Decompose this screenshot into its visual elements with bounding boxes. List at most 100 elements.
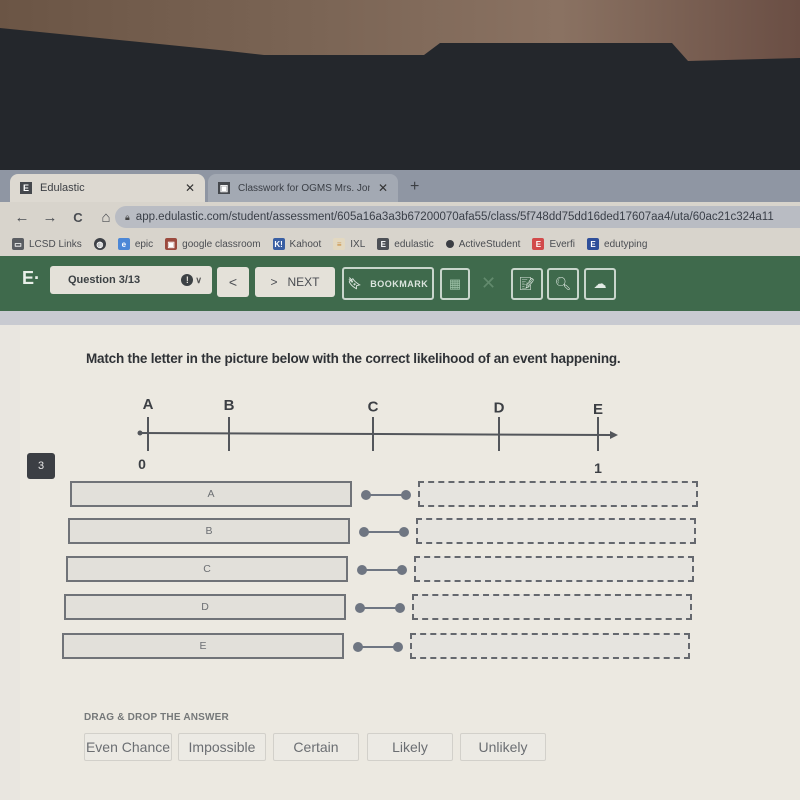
number-line-axis (139, 432, 611, 436)
match-label-box: A (70, 481, 352, 507)
match-row-c: C (66, 556, 726, 584)
question-panel: Match the letter in the picture below wi… (20, 325, 800, 800)
tab-classwork[interactable]: ▣ Classwork for OGMS Mrs. Jones ✕ (208, 174, 398, 202)
close-icon[interactable]: ✕ (481, 273, 496, 294)
connector-icon (359, 527, 409, 537)
choice-likely[interactable]: Likely (367, 733, 453, 761)
bookmark-label: IXL (350, 238, 366, 250)
connector-icon (357, 565, 407, 575)
chevron-right-icon: > (270, 275, 278, 289)
answer-drop-zone[interactable] (418, 481, 698, 507)
tab-edulastic[interactable]: E Edulastic ✕ (10, 174, 205, 202)
start-label: 0 (138, 456, 146, 472)
bookmark-label: LCSD Links (29, 238, 82, 250)
match-row-b: B (68, 518, 728, 546)
notepad-button[interactable]: 📝︎ (511, 268, 543, 300)
match-label-box: D (64, 594, 346, 620)
bookmark-label: epic (134, 238, 154, 250)
point-label-e: E (593, 401, 603, 418)
point-label-c: C (368, 398, 379, 415)
chevron-down-icon: ∨ (195, 275, 202, 285)
edulastic-header: E· Question 3/13 ! ∨ < > NEXT 🔖︎ BOOKMARK… (0, 256, 800, 311)
match-row-a: A (70, 481, 730, 509)
classroom-icon: ▣ (165, 238, 178, 250)
back-arrow-icon[interactable]: ← (10, 209, 34, 226)
answer-drop-zone[interactable] (414, 556, 694, 582)
bookmark-label: Kahoot (289, 238, 322, 250)
magnifier-icon: 🔍︎ (554, 276, 572, 291)
tab-strip: E Edulastic ✕ ▣ Classwork for OGMS Mrs. … (0, 170, 800, 202)
connector-icon (353, 642, 403, 652)
epic-icon: e (117, 238, 130, 250)
calculator-button[interactable]: ▦ (440, 268, 470, 300)
bookmark-label: google classroom (182, 238, 261, 250)
answer-drop-zone[interactable] (412, 594, 692, 620)
tab-title: Classwork for OGMS Mrs. Jones (238, 182, 370, 194)
choice-impossible[interactable]: Impossible (178, 733, 266, 761)
match-label-box: C (66, 556, 348, 582)
bookmark-icon: 🔖︎ (347, 278, 363, 290)
browser-toolbar: ← → C ⌂ 🔒︎ app.edulastic.com/student/ass… (0, 202, 800, 232)
bookmark-label: edutyping (604, 238, 648, 250)
bookmark-label: edulastic (394, 238, 434, 250)
globe-icon: ◍ (93, 238, 106, 250)
end-label: 1 (594, 460, 602, 476)
bookmark-everfi[interactable]: E Everfi (532, 238, 575, 250)
match-label-box: E (62, 633, 344, 659)
answer-drop-zone[interactable] (410, 633, 690, 659)
match-label-box: B (68, 518, 350, 544)
choice-certain[interactable]: Certain (273, 733, 359, 761)
next-button[interactable]: > NEXT (255, 267, 335, 297)
bookmark-lcsd-links[interactable]: ▭ LCSD Links (12, 238, 82, 250)
classroom-favicon-icon: ▣ (218, 182, 230, 194)
bookmark-button[interactable]: 🔖︎ BOOKMARK (342, 267, 434, 300)
cloud-upload-icon: ☁ (593, 276, 607, 291)
tab-title: Edulastic (40, 182, 85, 194)
magnifier-button[interactable]: 🔍︎ (547, 268, 579, 300)
connector-icon (361, 490, 411, 500)
bookmark-kahoot[interactable]: K! Kahoot (272, 238, 322, 250)
address-bar[interactable]: 🔒︎ app.edulastic.com/student/assessment/… (115, 206, 800, 228)
connector-icon (355, 603, 405, 613)
url-text: app.edulastic.com/student/assessment/605… (135, 211, 774, 223)
edutyping-icon: E (587, 238, 600, 250)
everfi-icon: E (532, 238, 545, 250)
bookmark-ixl[interactable]: ≡ IXL (333, 238, 365, 250)
bookmark-epic[interactable]: e epic (117, 238, 154, 250)
bookmark-label: ActiveStudent (458, 238, 521, 250)
ixl-icon: ≡ (333, 238, 346, 250)
number-line: A B C D E 0 1 (137, 396, 618, 476)
bookmarks-bar: ▭ LCSD Links ◍ e epic ▣ google classroom… (0, 232, 800, 256)
drag-drop-heading: DRAG & DROP THE ANSWER (84, 712, 229, 723)
reload-icon[interactable]: C (66, 210, 90, 225)
number-line-arrow (610, 431, 618, 439)
question-selector[interactable]: Question 3/13 ! ∨ (50, 266, 212, 294)
point-label-d: D (494, 400, 505, 417)
lock-icon: 🔒︎ (125, 211, 130, 222)
bookmark-globe[interactable]: ◍ (93, 238, 106, 250)
answer-drop-zone[interactable] (416, 518, 696, 544)
match-row-d: D (64, 594, 724, 622)
notepad-icon: 📝︎ (518, 276, 536, 291)
folder-icon: ▭ (12, 238, 24, 250)
close-tab-icon[interactable]: ✕ (378, 181, 388, 195)
header-divider (0, 311, 800, 325)
new-tab-button[interactable]: + (410, 178, 419, 196)
bookmark-edulastic[interactable]: E edulastic (377, 238, 434, 250)
match-row-e: E (62, 633, 722, 661)
edulastic-favicon-icon: E (20, 182, 32, 194)
close-tab-icon[interactable]: ✕ (185, 181, 195, 195)
question-number-badge: 3 (27, 453, 55, 479)
choice-even-chance[interactable]: Even Chance (84, 733, 172, 761)
alert-icon: ! (181, 274, 194, 286)
bookmark-activestudent[interactable]: ActiveStudent (445, 238, 521, 250)
point-label-a: A (143, 396, 154, 413)
edulastic-logo: E· (22, 268, 40, 288)
calculator-icon: ▦ (448, 276, 462, 291)
forward-arrow-icon[interactable]: → (38, 209, 62, 226)
bookmark-edutyping[interactable]: E edutyping (587, 238, 647, 250)
upload-button[interactable]: ☁ (584, 268, 616, 300)
choice-unlikely[interactable]: Unlikely (460, 733, 546, 761)
bookmark-google-classroom[interactable]: ▣ google classroom (165, 238, 261, 250)
previous-button[interactable]: < (217, 267, 249, 297)
